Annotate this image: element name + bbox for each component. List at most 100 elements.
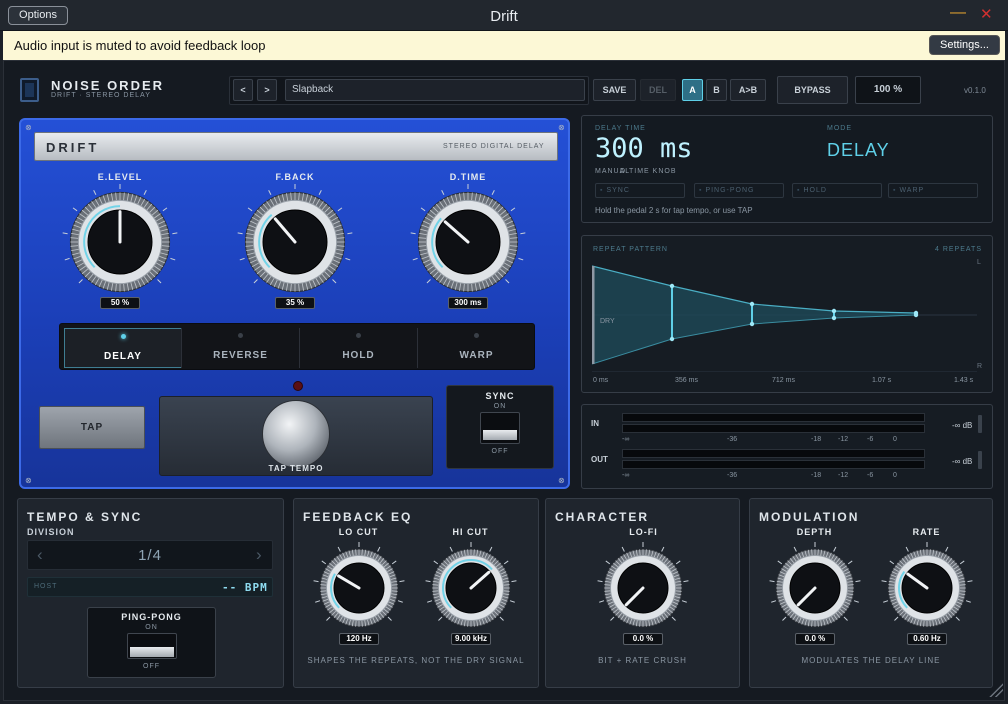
division-label: DIVISION xyxy=(27,527,75,537)
pedal-title: DRIFT xyxy=(46,140,100,155)
hicut-label: HI CUT xyxy=(452,527,489,537)
sync-on-label: ON xyxy=(493,403,507,410)
output-level-value: -∞ dB xyxy=(952,457,973,466)
input-meter-right xyxy=(622,424,925,433)
delay-time-value: 300 ms xyxy=(448,297,488,309)
feedback-eq-title: FEEDBACK EQ xyxy=(303,510,413,524)
tap-tempo-label: TAP TEMPO xyxy=(268,464,324,473)
input-meter-left xyxy=(622,413,925,422)
delay-time-display: 300 ms xyxy=(595,133,693,164)
mode-warp-button[interactable]: WARP xyxy=(417,328,535,368)
mode-delay-button[interactable]: DELAY xyxy=(64,328,182,368)
dry-label: DRY xyxy=(600,318,615,325)
modulation-title: MODULATION xyxy=(759,510,860,524)
warning-text: Audio input is muted to avoid feedback l… xyxy=(14,38,266,53)
window-title: Drift xyxy=(490,8,518,25)
feedback-eq-panel: FEEDBACK EQ LO CUT 120 Hz HI CUT 9.00 kH… xyxy=(293,498,539,688)
x-tick: 712 ms xyxy=(772,377,795,384)
slot-b-button[interactable]: B xyxy=(706,79,727,101)
locut-label: LO CUT xyxy=(338,527,379,537)
sync-toggle[interactable] xyxy=(480,412,520,444)
warp-chip: ▪ WARP xyxy=(888,183,978,198)
mode-led-icon xyxy=(121,334,126,339)
elevel-value: 50 % xyxy=(100,297,140,309)
prev-preset-button[interactable]: < xyxy=(233,79,253,101)
pingpong-switch-panel: PING-PONG ON OFF xyxy=(87,607,216,678)
sync-off-label: OFF xyxy=(491,448,509,455)
feedback-label: F.BACK xyxy=(275,172,315,182)
pingpong-off-label: OFF xyxy=(143,663,160,670)
next-preset-button[interactable]: > xyxy=(257,79,277,101)
meter-tick: -18 xyxy=(811,472,822,479)
zoom-select[interactable]: 100 % xyxy=(855,76,921,104)
elevel-knob[interactable] xyxy=(61,183,179,301)
footswitch-plate: TAP TEMPO xyxy=(159,396,433,476)
delay-time-caption: DELAY TIME xyxy=(595,125,646,132)
tempo-sync-panel: TEMPO & SYNC DIVISION ‹ 1/4 › HOST -- BP… xyxy=(17,498,284,688)
rate-value: 0.60 Hz xyxy=(907,633,947,645)
hold-chip: ▪ HOLD xyxy=(792,183,882,198)
title-bar: Options Drift — ✕ xyxy=(0,0,1008,31)
x-tick: 1.43 s xyxy=(954,377,974,384)
version-label: v0.1.0 xyxy=(964,86,986,95)
meter-scroll-icon xyxy=(978,451,982,469)
preset-name-field[interactable]: Slapback xyxy=(285,79,585,101)
bypass-button[interactable]: BYPASS xyxy=(777,76,848,104)
meter-tick: -36 xyxy=(727,436,738,443)
delay-time-knob[interactable] xyxy=(409,183,527,301)
tap-button[interactable]: TAP xyxy=(39,406,145,449)
repeat-pattern-graph xyxy=(592,265,977,372)
pingpong-on-label: ON xyxy=(145,624,158,631)
mode-led-icon xyxy=(238,333,243,338)
feedback-value: 35 % xyxy=(275,297,315,309)
resize-grip-icon[interactable] xyxy=(989,683,1003,697)
delete-button[interactable]: DEL xyxy=(640,79,676,101)
lofi-label: LO-FI xyxy=(629,527,658,537)
division-next-icon[interactable]: › xyxy=(256,545,262,565)
delay-readout-panel: DELAY TIME 300 ms MODE DELAY MANUAL D.TI… xyxy=(581,115,993,223)
feedback-knob[interactable] xyxy=(236,183,354,301)
x-tick: 0 ms xyxy=(593,377,609,384)
bpm-value: -- BPM xyxy=(222,581,268,594)
meter-tick: -12 xyxy=(838,436,849,443)
output-meter-right xyxy=(622,460,925,469)
character-panel: CHARACTER LO-FI 0.0 % BIT + RATE CRUSH xyxy=(545,498,740,688)
sync-chip: ▪ SYNC xyxy=(595,183,685,198)
settings-button[interactable]: Settings... xyxy=(929,35,1000,55)
copy-a-to-b-button[interactable]: A>B xyxy=(730,79,766,101)
locut-knob[interactable] xyxy=(311,540,407,636)
save-button[interactable]: SAVE xyxy=(593,79,636,101)
lofi-knob[interactable] xyxy=(595,540,691,636)
brand-subtitle: DRIFT · STEREO DELAY xyxy=(51,92,151,99)
minimize-icon[interactable]: — xyxy=(950,4,966,22)
input-meter-label: IN xyxy=(591,419,599,428)
pingpong-toggle[interactable] xyxy=(127,633,177,659)
meter-tick: -∞ xyxy=(622,472,630,479)
meter-tick: -6 xyxy=(867,436,874,443)
slot-a-button[interactable]: A xyxy=(682,79,703,101)
tempo-sync-title: TEMPO & SYNC xyxy=(27,510,143,524)
meter-tick: 0 xyxy=(893,436,897,443)
repeat-pattern-title: REPEAT PATTERN xyxy=(593,246,668,253)
feedback-warning-bar: Audio input is muted to avoid feedback l… xyxy=(3,31,1005,60)
mode-led-icon xyxy=(356,333,361,338)
output-meter-label: OUT xyxy=(591,455,608,464)
mode-hold-button[interactable]: HOLD xyxy=(299,328,417,368)
close-icon[interactable]: ✕ xyxy=(980,5,993,23)
mode-reverse-button[interactable]: REVERSE xyxy=(181,328,299,368)
division-selector[interactable]: ‹ 1/4 › xyxy=(27,540,273,570)
character-title: CHARACTER xyxy=(555,510,649,524)
feedback-eq-caption: SHAPES THE REPEATS, NOT THE DRY SIGNAL xyxy=(307,656,525,665)
mode-display: DELAY xyxy=(827,140,890,160)
tap-tempo-footswitch[interactable] xyxy=(262,400,330,468)
depth-knob[interactable] xyxy=(767,540,863,636)
meter-tick: 0 xyxy=(893,472,897,479)
hicut-knob[interactable] xyxy=(423,540,519,636)
meter-scroll-icon xyxy=(978,415,982,433)
x-tick: 356 ms xyxy=(675,377,698,384)
rate-knob[interactable] xyxy=(879,540,975,636)
level-meters-panel: IN -∞ dB -∞ -36 -18 -12 -6 0 OUT -∞ dB -… xyxy=(581,404,993,489)
character-caption: BIT + RATE CRUSH xyxy=(598,656,687,665)
depth-value: 0.0 % xyxy=(795,633,835,645)
mode-led-icon xyxy=(474,333,479,338)
